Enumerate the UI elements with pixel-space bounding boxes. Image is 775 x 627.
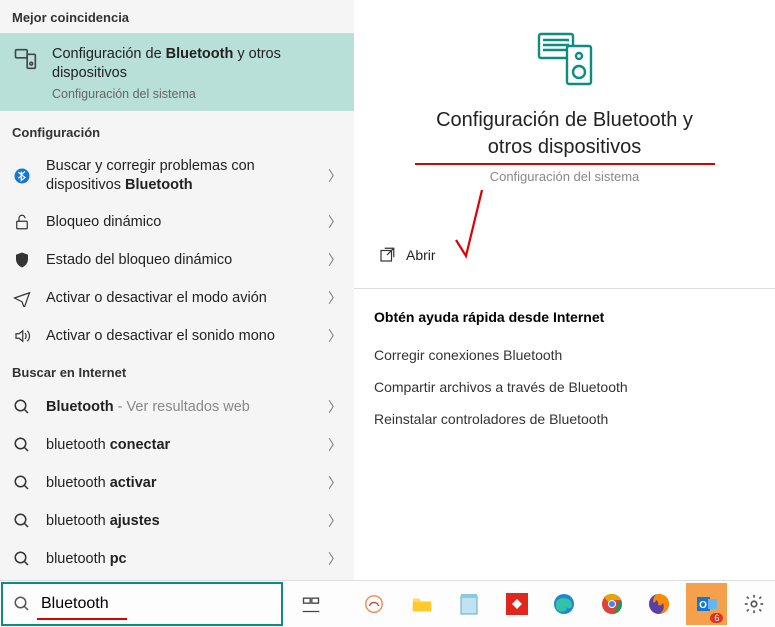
badge-count: 6 <box>710 613 723 623</box>
help-link[interactable]: Compartir archivos a través de Bluetooth <box>374 371 755 403</box>
search-icon <box>12 435 32 455</box>
open-label: Abrir <box>406 247 436 263</box>
config-item[interactable]: Estado del bloqueo dinámico 〉 <box>0 241 354 279</box>
web-item-label: bluetooth ajustes <box>46 512 314 531</box>
config-item-label: Estado del bloqueo dinámico <box>46 251 314 270</box>
annotation-underline <box>415 163 715 165</box>
file-explorer-icon[interactable] <box>401 583 443 625</box>
search-icon <box>12 549 32 569</box>
config-item[interactable]: Activar o desactivar el modo avión 〉 <box>0 279 354 317</box>
config-item[interactable]: Activar o desactivar el sonido mono 〉 <box>0 317 354 355</box>
taskbar-search-box[interactable] <box>1 582 283 626</box>
search-icon <box>12 397 32 417</box>
web-item-label: bluetooth pc <box>46 550 314 569</box>
detail-subtitle: Configuración del sistema <box>374 169 755 184</box>
search-icon <box>12 473 32 493</box>
config-item-label: Activar o desactivar el sonido mono <box>46 327 314 346</box>
airplane-icon <box>12 288 32 308</box>
snip-tool-icon[interactable] <box>353 583 395 625</box>
outlook-icon[interactable]: O 6 <box>686 583 728 625</box>
lock-icon <box>12 212 32 232</box>
hero-devices-icon <box>533 28 597 93</box>
settings-gear-icon[interactable] <box>733 583 775 625</box>
config-item-label: Activar o desactivar el modo avión <box>46 289 314 308</box>
help-header: Obtén ayuda rápida desde Internet <box>374 309 755 325</box>
svg-text:O: O <box>699 600 707 611</box>
chevron-right-icon: 〉 <box>328 473 342 493</box>
search-input[interactable] <box>41 595 271 613</box>
annotation-search-underline <box>37 618 127 620</box>
config-item[interactable]: Bloqueo dinámico 〉 <box>0 203 354 241</box>
chevron-right-icon: 〉 <box>328 166 342 186</box>
web-item-label: Bluetooth - Ver resultados web <box>46 398 314 417</box>
config-item-label: Bloqueo dinámico <box>46 213 314 232</box>
config-item[interactable]: Buscar y corregir problemas con disposit… <box>0 148 354 204</box>
search-results-panel: Mejor coincidencia Configuración de Blue… <box>0 0 354 580</box>
chevron-right-icon: 〉 <box>328 511 342 531</box>
help-link[interactable]: Corregir conexiones Bluetooth <box>374 339 755 371</box>
best-match-header: Mejor coincidencia <box>0 0 354 33</box>
web-item-label: bluetooth activar <box>46 474 314 493</box>
web-search-item[interactable]: Bluetooth - Ver resultados web 〉 <box>0 388 354 426</box>
taskbar: O 6 <box>0 580 775 627</box>
search-icon <box>12 511 32 531</box>
web-search-item[interactable]: bluetooth pc 〉 <box>0 540 354 578</box>
shield-icon <box>12 250 32 270</box>
config-item-label: Buscar y corregir problemas con disposit… <box>46 157 314 195</box>
settings-device-icon <box>12 45 40 73</box>
help-link[interactable]: Reinstalar controladores de Bluetooth <box>374 403 755 435</box>
edge-icon[interactable] <box>543 583 585 625</box>
notepad-icon[interactable] <box>448 583 490 625</box>
chevron-right-icon: 〉 <box>328 288 342 308</box>
chevron-right-icon: 〉 <box>328 435 342 455</box>
chevron-right-icon: 〉 <box>328 326 342 346</box>
detail-title: Configuración de Bluetooth y otros dispo… <box>414 107 715 161</box>
chevron-right-icon: 〉 <box>328 212 342 232</box>
anydesk-icon[interactable] <box>496 583 538 625</box>
sound-icon <box>12 326 32 346</box>
annotation-checkmark <box>452 184 492 264</box>
web-search-item[interactable]: bluetooth conectar 〉 <box>0 426 354 464</box>
web-search-item[interactable]: bluetooth activar 〉 <box>0 464 354 502</box>
open-action[interactable]: Abrir <box>374 228 755 278</box>
web-item-label: bluetooth conectar <box>46 436 314 455</box>
config-header: Configuración <box>0 115 354 148</box>
firefox-icon[interactable] <box>638 583 680 625</box>
best-match-item[interactable]: Configuración de Bluetooth y otros dispo… <box>0 33 354 111</box>
search-icon <box>13 595 31 613</box>
chevron-right-icon: 〉 <box>328 397 342 417</box>
chevron-right-icon: 〉 <box>328 250 342 270</box>
chevron-right-icon: 〉 <box>328 549 342 569</box>
best-match-text: Configuración de Bluetooth y otros dispo… <box>52 45 342 101</box>
bluetooth-icon <box>12 166 32 186</box>
divider <box>354 288 775 289</box>
detail-panel: Configuración de Bluetooth y otros dispo… <box>354 0 775 580</box>
open-icon <box>378 246 396 264</box>
web-search-item[interactable]: bluetooth ajustes 〉 <box>0 502 354 540</box>
web-header: Buscar en Internet <box>0 355 354 388</box>
chrome-icon[interactable] <box>591 583 633 625</box>
task-view-icon[interactable] <box>290 583 332 625</box>
